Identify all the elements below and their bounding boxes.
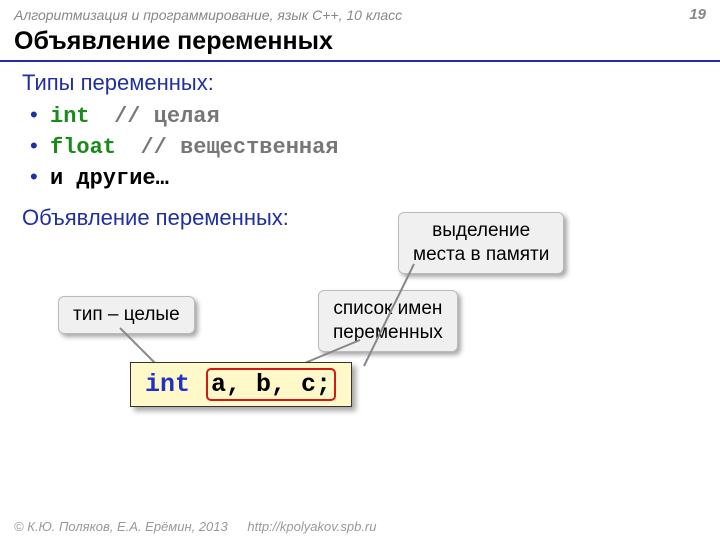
other-types: и другие…: [50, 166, 169, 191]
code-vars-highlight: a, b, c;: [206, 368, 336, 401]
declaration-heading: Объявление переменных:: [22, 205, 698, 231]
keyword-int: int: [50, 104, 90, 129]
footer-url: http://kpolyakov.spb.ru: [247, 519, 376, 534]
type-item-int: int // целая: [50, 102, 698, 129]
slide-footer: © К.Ю. Поляков, Е.А. Ерёмин, 2013 http:/…: [14, 519, 376, 534]
callout-type-text: тип – целые: [73, 304, 180, 325]
connector-memory: [358, 262, 428, 372]
types-list: int // целая float // вещественная и дру…: [22, 102, 698, 191]
type-item-float: float // вещественная: [50, 133, 698, 160]
code-keyword: int: [145, 370, 190, 399]
types-heading: Типы переменных:: [22, 70, 698, 96]
code-vars: a, b, c;: [211, 370, 331, 399]
comment-int: // целая: [114, 104, 220, 129]
copyright: © К.Ю. Поляков, Е.А. Ерёмин, 2013: [14, 519, 228, 534]
comment-float: // вещественная: [140, 135, 338, 160]
page-number: 19: [689, 6, 706, 23]
type-item-other: и другие…: [50, 164, 698, 191]
callout-memory-text: выделение места в памяти: [413, 220, 549, 265]
slide-title: Объявление переменных: [0, 25, 720, 62]
slide-header: Алгоритмизация и программирование, язык …: [0, 0, 720, 25]
code-box: int a, b, c;: [130, 362, 352, 407]
keyword-float: float: [50, 135, 116, 160]
course-name: Алгоритмизация и программирование, язык …: [14, 7, 402, 23]
slide-content: Типы переменных: int // целая float // в…: [0, 62, 720, 231]
